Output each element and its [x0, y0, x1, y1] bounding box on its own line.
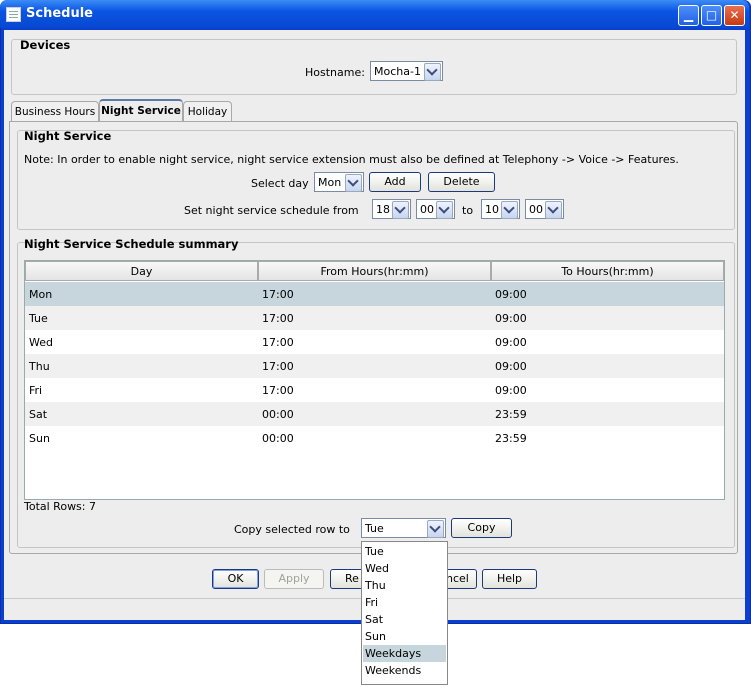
chevron-down-icon[interactable]	[427, 520, 444, 538]
total-rows: Total Rows: 7	[24, 500, 96, 513]
dropdown-option[interactable]: Sun	[363, 628, 446, 645]
schedule-from-label: Set night service schedule from	[184, 204, 359, 217]
chevron-down-icon[interactable]	[392, 201, 409, 219]
to-minute-select[interactable]: 00	[525, 199, 564, 219]
night-service-heading: Night Service	[24, 129, 112, 143]
cell-from: 17:00	[262, 384, 294, 397]
chevron-down-icon[interactable]	[424, 63, 441, 81]
delete-button[interactable]: Delete	[428, 172, 495, 192]
window-title: Schedule	[26, 6, 93, 21]
copy-button[interactable]: Copy	[451, 518, 512, 538]
to-hour-select[interactable]: 10	[481, 199, 520, 219]
app-icon	[6, 7, 21, 22]
from-hour-select[interactable]: 18	[372, 199, 411, 219]
column-header-day[interactable]: Day	[25, 261, 258, 281]
chevron-down-icon[interactable]	[345, 174, 362, 192]
tab-holiday[interactable]: Holiday	[183, 101, 232, 121]
hostname-label: Hostname:	[305, 66, 365, 79]
to-hour-value: 10	[485, 203, 499, 216]
table-row[interactable]: Tue 17:00 09:00	[25, 306, 724, 330]
copy-target-select[interactable]: Tue	[361, 518, 446, 538]
cell-to: 09:00	[495, 288, 527, 301]
column-header-from[interactable]: From Hours(hr:mm)	[258, 261, 491, 281]
cell-from: 00:00	[262, 408, 294, 421]
chevron-down-icon[interactable]	[501, 201, 518, 219]
cell-from: 17:00	[262, 360, 294, 373]
night-service-note: Note: In order to enable night service, …	[24, 153, 679, 166]
devices-heading: Devices	[20, 38, 71, 52]
dropdown-option[interactable]: Thu	[363, 577, 446, 594]
apply-button[interactable]: Apply	[264, 569, 324, 589]
from-minute-select[interactable]: 00	[416, 199, 455, 219]
help-button[interactable]: Help	[482, 569, 537, 589]
copy-row-label: Copy selected row to	[234, 523, 350, 536]
table-row[interactable]: Sat 00:00 23:59	[25, 402, 724, 426]
cell-day: Sat	[29, 408, 48, 421]
chevron-down-icon[interactable]	[436, 201, 453, 219]
minimize-icon[interactable]: ▁	[678, 5, 699, 26]
select-day-dropdown[interactable]: Mon	[314, 172, 364, 192]
cell-from: 17:00	[262, 336, 294, 349]
dropdown-option[interactable]: Sat	[363, 611, 446, 628]
title-bar[interactable]: Schedule ▁ □ ✕	[0, 0, 749, 28]
select-day-label: Select day	[251, 177, 309, 190]
close-icon[interactable]: ✕	[724, 5, 745, 26]
schedule-table[interactable]: Day From Hours(hr:mm) To Hours(hr:mm) Mo…	[24, 260, 725, 500]
cell-day: Fri	[29, 384, 43, 397]
dropdown-option[interactable]: Weekends	[363, 662, 446, 679]
hostname-select[interactable]: Mocha-1	[370, 61, 443, 81]
copy-target-options[interactable]: Tue Wed Thu Fri Sat Sun Weekdays Weekends	[361, 541, 448, 685]
cell-from: 17:00	[262, 288, 294, 301]
table-row[interactable]: Mon 17:00 09:00	[25, 282, 724, 306]
cell-to: 23:59	[495, 432, 527, 445]
cell-to: 23:59	[495, 408, 527, 421]
dropdown-option[interactable]: Weekdays	[363, 645, 446, 662]
tab-business-hours[interactable]: Business Hours	[11, 101, 99, 121]
to-label: to	[462, 204, 474, 217]
copy-target-value: Tue	[365, 522, 384, 535]
table-row[interactable]: Wed 17:00 09:00	[25, 330, 724, 354]
maximize-icon[interactable]: □	[701, 5, 722, 26]
chevron-down-icon[interactable]	[545, 201, 562, 219]
to-minute-value: 00	[529, 203, 543, 216]
cell-to: 09:00	[495, 336, 527, 349]
dropdown-option[interactable]: Fri	[363, 594, 446, 611]
from-hour-value: 18	[376, 203, 390, 216]
ok-button[interactable]: OK	[212, 569, 259, 589]
table-row[interactable]: Fri 17:00 09:00	[25, 378, 724, 402]
cell-day: Mon	[29, 288, 53, 301]
table-row[interactable]: Thu 17:00 09:00	[25, 354, 724, 378]
dropdown-option[interactable]: Tue	[363, 543, 446, 560]
from-minute-value: 00	[420, 203, 434, 216]
tab-night-service[interactable]: Night Service	[99, 99, 183, 122]
cell-day: Wed	[29, 336, 53, 349]
add-button[interactable]: Add	[369, 172, 421, 192]
hostname-value: Mocha-1	[374, 65, 421, 78]
summary-heading: Night Service Schedule summary	[24, 237, 239, 251]
cell-from: 00:00	[262, 432, 294, 445]
cell-day: Sun	[29, 432, 50, 445]
cell-from: 17:00	[262, 312, 294, 325]
cell-to: 09:00	[495, 360, 527, 373]
dropdown-option[interactable]: Wed	[363, 560, 446, 577]
cell-to: 09:00	[495, 384, 527, 397]
cell-to: 09:00	[495, 312, 527, 325]
cell-day: Thu	[29, 360, 50, 373]
column-header-to[interactable]: To Hours(hr:mm)	[491, 261, 724, 281]
cell-day: Tue	[29, 312, 48, 325]
select-day-value: Mon	[318, 176, 342, 189]
table-row[interactable]: Sun 00:00 23:59	[25, 426, 724, 450]
